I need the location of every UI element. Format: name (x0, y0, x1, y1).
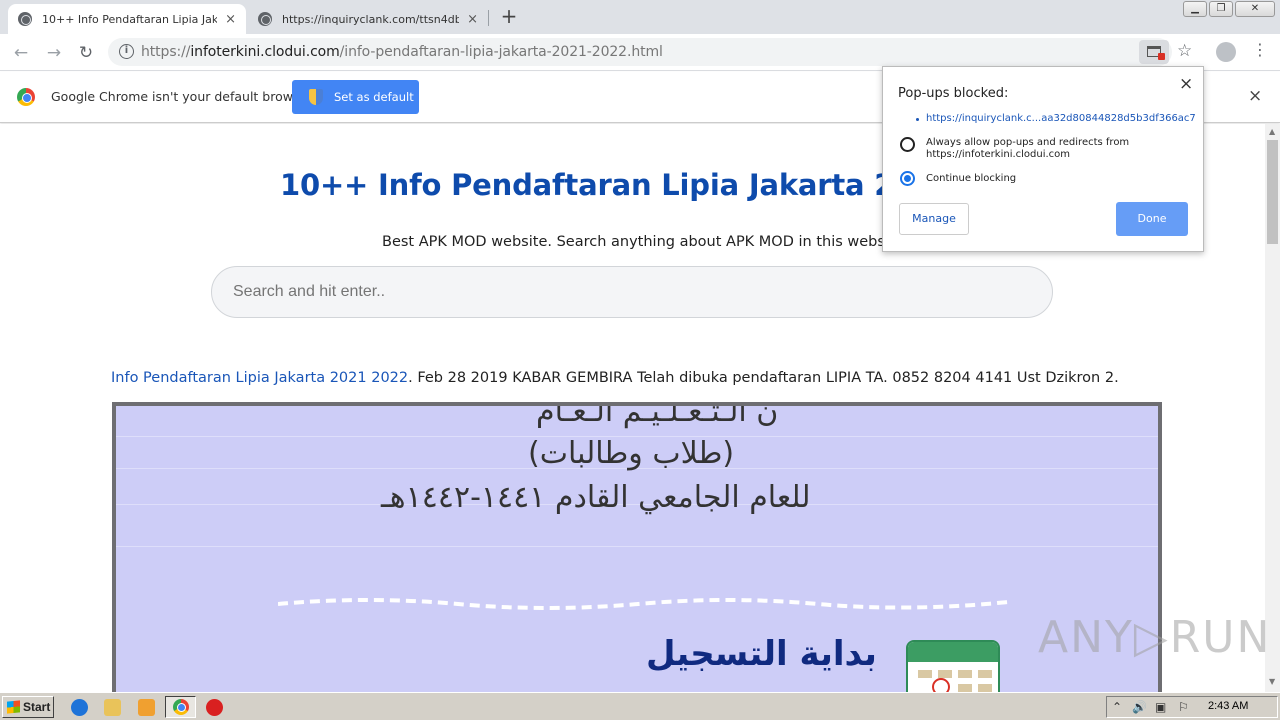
start-label: Start (23, 700, 51, 714)
tab-active[interactable]: 10++ Info Pendaftaran Lipia Jakarta × (8, 4, 246, 34)
flag-notify-icon[interactable]: ⚐ (1178, 700, 1189, 714)
infobar-close-icon[interactable]: × (1248, 86, 1262, 106)
scroll-up-icon[interactable]: ▲ (1269, 127, 1275, 136)
allow-option-label: Always allow pop-ups and redirects from … (926, 137, 1130, 160)
manage-button[interactable]: Manage (899, 203, 969, 235)
uac-shield-icon (309, 89, 323, 105)
blocked-popup-link[interactable]: https://inquiryclank.c...aa32d80844828d5… (926, 113, 1196, 124)
globe-icon (18, 12, 32, 26)
post-image: ن الـتـعـلـيـم الـعـام (طلاب وطالبات) لل… (112, 402, 1162, 692)
scroll-down-icon[interactable]: ▼ (1269, 677, 1275, 686)
tab-inactive[interactable]: https://inquiryclank.com/ttsn4dbhb5 × (248, 4, 488, 34)
chrome-menu-icon[interactable]: ⋮ (1252, 40, 1268, 59)
address-bar[interactable]: i https://infoterkini.clodui.com/info-pe… (108, 38, 1172, 66)
image-text-line1: ن الـتـعـلـيـم الـعـام (536, 402, 779, 429)
minimize-button[interactable]: ▁ (1183, 1, 1207, 17)
bullet-icon (916, 118, 919, 121)
close-tab-icon[interactable]: × (467, 12, 478, 27)
chrome-taskbar-button[interactable] (165, 696, 196, 718)
close-window-button[interactable]: ✕ (1235, 1, 1275, 17)
close-tab-icon[interactable]: × (225, 12, 236, 27)
alert-icon[interactable] (206, 699, 223, 716)
set-default-button[interactable]: Set as default (292, 80, 419, 114)
close-icon[interactable]: × (1179, 74, 1193, 94)
media-player-icon[interactable] (138, 699, 155, 716)
wavy-divider (278, 598, 1008, 610)
new-tab-button[interactable]: + (498, 6, 520, 28)
image-text-line3: للعام الجامعي القادم ١٤٤١-١٤٤٢هـ (381, 480, 811, 515)
tray-expand-icon[interactable]: ⌃ (1112, 700, 1122, 714)
scrollbar-thumb[interactable] (1267, 140, 1278, 244)
info-icon[interactable]: i (119, 44, 134, 59)
chrome-logo-icon (17, 88, 35, 106)
allow-radio[interactable] (900, 137, 915, 152)
done-button[interactable]: Done (1116, 202, 1188, 236)
tab-separator (488, 10, 489, 26)
intro-paragraph: Info Pendaftaran Lipia Jakarta 2021 2022… (111, 370, 1119, 386)
block-radio[interactable] (900, 171, 915, 186)
forward-button[interactable]: → (42, 41, 66, 65)
image-text-line4: بداية التسجيل (646, 634, 877, 674)
internet-explorer-icon[interactable] (71, 699, 88, 716)
restore-button[interactable]: ❐ (1209, 1, 1233, 17)
image-text-line2: (طلاب وطالبات) (528, 436, 735, 471)
intro-link[interactable]: Info Pendaftaran Lipia Jakarta 2021 2022 (111, 370, 408, 386)
page-scrollbar[interactable]: ▲ ▼ (1265, 124, 1280, 692)
back-button[interactable]: ← (9, 41, 33, 65)
url-text: https://infoterkini.clodui.com/info-pend… (141, 44, 663, 60)
tab-title: 10++ Info Pendaftaran Lipia Jakarta (42, 12, 218, 26)
globe-icon (258, 12, 272, 26)
volume-icon[interactable]: 🔊 (1132, 700, 1147, 714)
page-title: 10++ Info Pendaftaran Lipia Jakarta 2021 (280, 168, 955, 202)
folder-icon[interactable] (104, 699, 121, 716)
bubble-title: Pop-ups blocked: (898, 86, 1009, 101)
windows-flag-icon (7, 700, 20, 714)
infobar-message: Google Chrome isn't your default browser (51, 89, 313, 104)
block-option-label: Continue blocking (926, 173, 1017, 184)
set-default-label: Set as default (334, 90, 414, 104)
search-input[interactable] (211, 266, 1053, 318)
tab-strip: 10++ Info Pendaftaran Lipia Jakarta × ht… (0, 0, 1280, 34)
popup-blocked-bubble: Pop-ups blocked: × https://inquiryclank.… (882, 66, 1204, 252)
tab-title: https://inquiryclank.com/ttsn4dbhb5 (282, 12, 460, 26)
intro-text: . Feb 28 2019 KABAR GEMBIRA Telah dibuka… (408, 370, 1119, 386)
calendar-icon (906, 640, 1000, 692)
start-button[interactable]: Start (2, 696, 54, 718)
network-icon[interactable]: ▣ (1155, 700, 1166, 714)
windows-taskbar: Start (0, 692, 1280, 720)
anyrun-watermark: ANY▷RUN (1038, 612, 1272, 663)
profile-avatar[interactable] (1216, 42, 1236, 62)
bookmark-star-icon[interactable]: ☆ (1177, 41, 1192, 61)
site-tagline: Best APK MOD website. Search anything ab… (382, 234, 909, 250)
taskbar-clock: 2:43 AM (1208, 700, 1249, 712)
popup-blocked-icon[interactable] (1139, 40, 1169, 64)
reload-button[interactable]: ↻ (74, 41, 98, 65)
